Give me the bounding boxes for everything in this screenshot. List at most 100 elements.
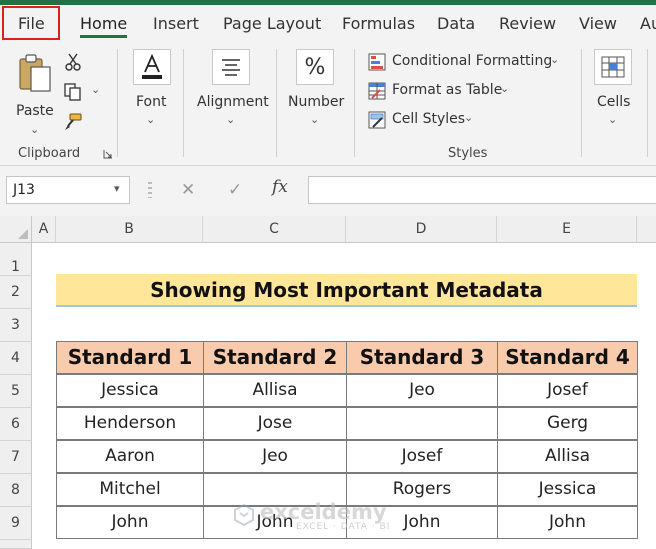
table-cell[interactable]: Mitchel bbox=[56, 473, 204, 506]
header-cell-standard-2[interactable]: Standard 2 bbox=[203, 341, 347, 374]
row-header-4[interactable]: 4 bbox=[0, 342, 32, 375]
watermark-tagline: EXCEL · DATA · BI bbox=[296, 522, 391, 532]
cells-button[interactable] bbox=[594, 49, 632, 85]
cells-icon bbox=[601, 56, 625, 78]
name-box-dropdown-icon[interactable]: ▾ bbox=[114, 182, 120, 195]
ribbon-separator bbox=[647, 49, 648, 157]
watermark-text: exceldemy bbox=[260, 500, 387, 524]
cancel-icon[interactable]: ✕ bbox=[181, 180, 195, 200]
tab-automate[interactable]: Au bbox=[640, 5, 656, 43]
header-cell-standard-3[interactable]: Standard 3 bbox=[346, 341, 498, 374]
paste-label: Paste bbox=[16, 103, 54, 119]
cells-dropdown-icon[interactable]: ⌄ bbox=[608, 113, 617, 126]
font-dropdown-icon[interactable]: ⌄ bbox=[146, 113, 155, 126]
cell-styles-dropdown-icon[interactable]: ⌄ bbox=[464, 111, 473, 124]
font-label: Font bbox=[136, 94, 167, 110]
font-button[interactable] bbox=[133, 49, 171, 85]
conditional-formatting-icon bbox=[368, 53, 386, 71]
clipboard-group-label: Clipboard bbox=[18, 146, 81, 161]
formula-bar-grip-icon bbox=[148, 182, 152, 198]
header-cell-standard-1[interactable]: Standard 1 bbox=[56, 341, 204, 374]
row-header-6[interactable]: 6 bbox=[0, 408, 32, 441]
row-header-5[interactable]: 5 bbox=[0, 375, 32, 408]
table-cell[interactable]: Jeo bbox=[346, 374, 498, 407]
column-header-d[interactable]: D bbox=[346, 216, 497, 243]
copy-dropdown-icon[interactable]: ⌄ bbox=[91, 83, 100, 96]
tab-insert[interactable]: Insert bbox=[153, 5, 199, 43]
alignment-label: Alignment bbox=[197, 94, 269, 110]
row-header-3[interactable]: 3 bbox=[0, 309, 32, 342]
row-header-9[interactable]: 9 bbox=[0, 507, 32, 540]
ribbon-separator bbox=[354, 49, 355, 157]
column-header-e[interactable]: E bbox=[497, 216, 637, 243]
tab-home[interactable]: Home bbox=[80, 5, 128, 43]
table-cell[interactable]: Henderson bbox=[56, 407, 204, 440]
format-as-table-button[interactable]: Format as Table bbox=[392, 82, 502, 98]
cell-styles-button[interactable]: Cell Styles bbox=[392, 111, 465, 127]
align-center-icon bbox=[222, 59, 240, 76]
ribbon-separator bbox=[581, 49, 582, 157]
table-cell[interactable]: Josef bbox=[497, 374, 638, 407]
column-header-c[interactable]: C bbox=[203, 216, 346, 243]
cell-styles-icon bbox=[368, 111, 386, 129]
format-as-table-dropdown-icon[interactable]: ⌄ bbox=[500, 82, 509, 95]
select-all-icon bbox=[18, 229, 28, 239]
percent-icon: % bbox=[304, 54, 326, 80]
number-dropdown-icon[interactable]: ⌄ bbox=[310, 113, 319, 126]
font-color-icon bbox=[142, 54, 162, 79]
table-cell[interactable]: Gerg bbox=[497, 407, 638, 440]
format-as-table-icon bbox=[368, 82, 386, 100]
cells-label: Cells bbox=[597, 94, 631, 110]
conditional-formatting-button[interactable]: Conditional Formatting bbox=[392, 53, 552, 69]
row-header-10[interactable] bbox=[0, 540, 32, 549]
table-cell[interactable] bbox=[346, 407, 498, 440]
format-painter-icon[interactable] bbox=[64, 113, 82, 131]
tab-formulas[interactable]: Formulas bbox=[342, 5, 415, 43]
table-cell[interactable]: Aaron bbox=[56, 440, 204, 473]
row-header-8[interactable]: 8 bbox=[0, 474, 32, 507]
row-header-7[interactable]: 7 bbox=[0, 441, 32, 474]
number-button[interactable]: % bbox=[296, 49, 334, 85]
paste-button[interactable]: Paste ⌄ bbox=[14, 51, 56, 139]
metadata-title-cell[interactable]: Showing Most Important Metadata bbox=[56, 274, 637, 307]
number-label: Number bbox=[288, 94, 345, 110]
column-header-a[interactable]: A bbox=[32, 216, 56, 243]
row-header-2[interactable]: 2 bbox=[0, 276, 32, 309]
row-header-1[interactable]: 1 bbox=[0, 243, 32, 276]
tab-review[interactable]: Review bbox=[499, 5, 556, 43]
alignment-dropdown-icon[interactable]: ⌄ bbox=[226, 113, 235, 126]
insert-function-icon[interactable]: fx bbox=[272, 177, 288, 197]
table-cell[interactable]: John bbox=[56, 506, 204, 539]
column-header-f[interactable] bbox=[637, 216, 656, 243]
table-cell[interactable]: Jeo bbox=[203, 440, 347, 473]
dialog-launcher-icon[interactable] bbox=[103, 149, 113, 159]
paste-dropdown-icon[interactable]: ⌄ bbox=[30, 123, 39, 136]
formula-bar: J13 ▾ ✕ ✓ fx bbox=[0, 166, 656, 216]
cut-icon[interactable] bbox=[64, 53, 82, 71]
ribbon-separator bbox=[276, 49, 277, 157]
enter-icon[interactable]: ✓ bbox=[228, 180, 242, 200]
alignment-button[interactable] bbox=[212, 49, 250, 85]
column-header-b[interactable]: B bbox=[56, 216, 203, 243]
copy-icon[interactable] bbox=[64, 83, 82, 101]
ribbon-tabs: File Home Insert Page Layout Formulas Da… bbox=[0, 5, 656, 43]
paste-icon bbox=[19, 54, 51, 92]
select-all-corner[interactable] bbox=[0, 216, 32, 243]
tab-data[interactable]: Data bbox=[437, 5, 475, 43]
name-box[interactable]: J13 bbox=[6, 176, 130, 204]
table-cell[interactable]: Jessica bbox=[56, 374, 204, 407]
watermark-logo-icon bbox=[234, 503, 254, 527]
table-cell[interactable]: John bbox=[497, 506, 638, 539]
table-cell[interactable]: Allisa bbox=[497, 440, 638, 473]
formula-input[interactable] bbox=[308, 176, 656, 204]
table-cell[interactable]: Allisa bbox=[203, 374, 347, 407]
table-cell[interactable]: Jessica bbox=[497, 473, 638, 506]
tab-view[interactable]: View bbox=[579, 5, 617, 43]
conditional-formatting-dropdown-icon[interactable]: ⌄ bbox=[550, 53, 559, 66]
ribbon-separator bbox=[117, 49, 118, 157]
ribbon-separator bbox=[183, 49, 184, 157]
header-cell-standard-4[interactable]: Standard 4 bbox=[497, 341, 638, 374]
table-cell[interactable]: Jose bbox=[203, 407, 347, 440]
table-cell[interactable]: Josef bbox=[346, 440, 498, 473]
tab-page-layout[interactable]: Page Layout bbox=[223, 5, 321, 43]
